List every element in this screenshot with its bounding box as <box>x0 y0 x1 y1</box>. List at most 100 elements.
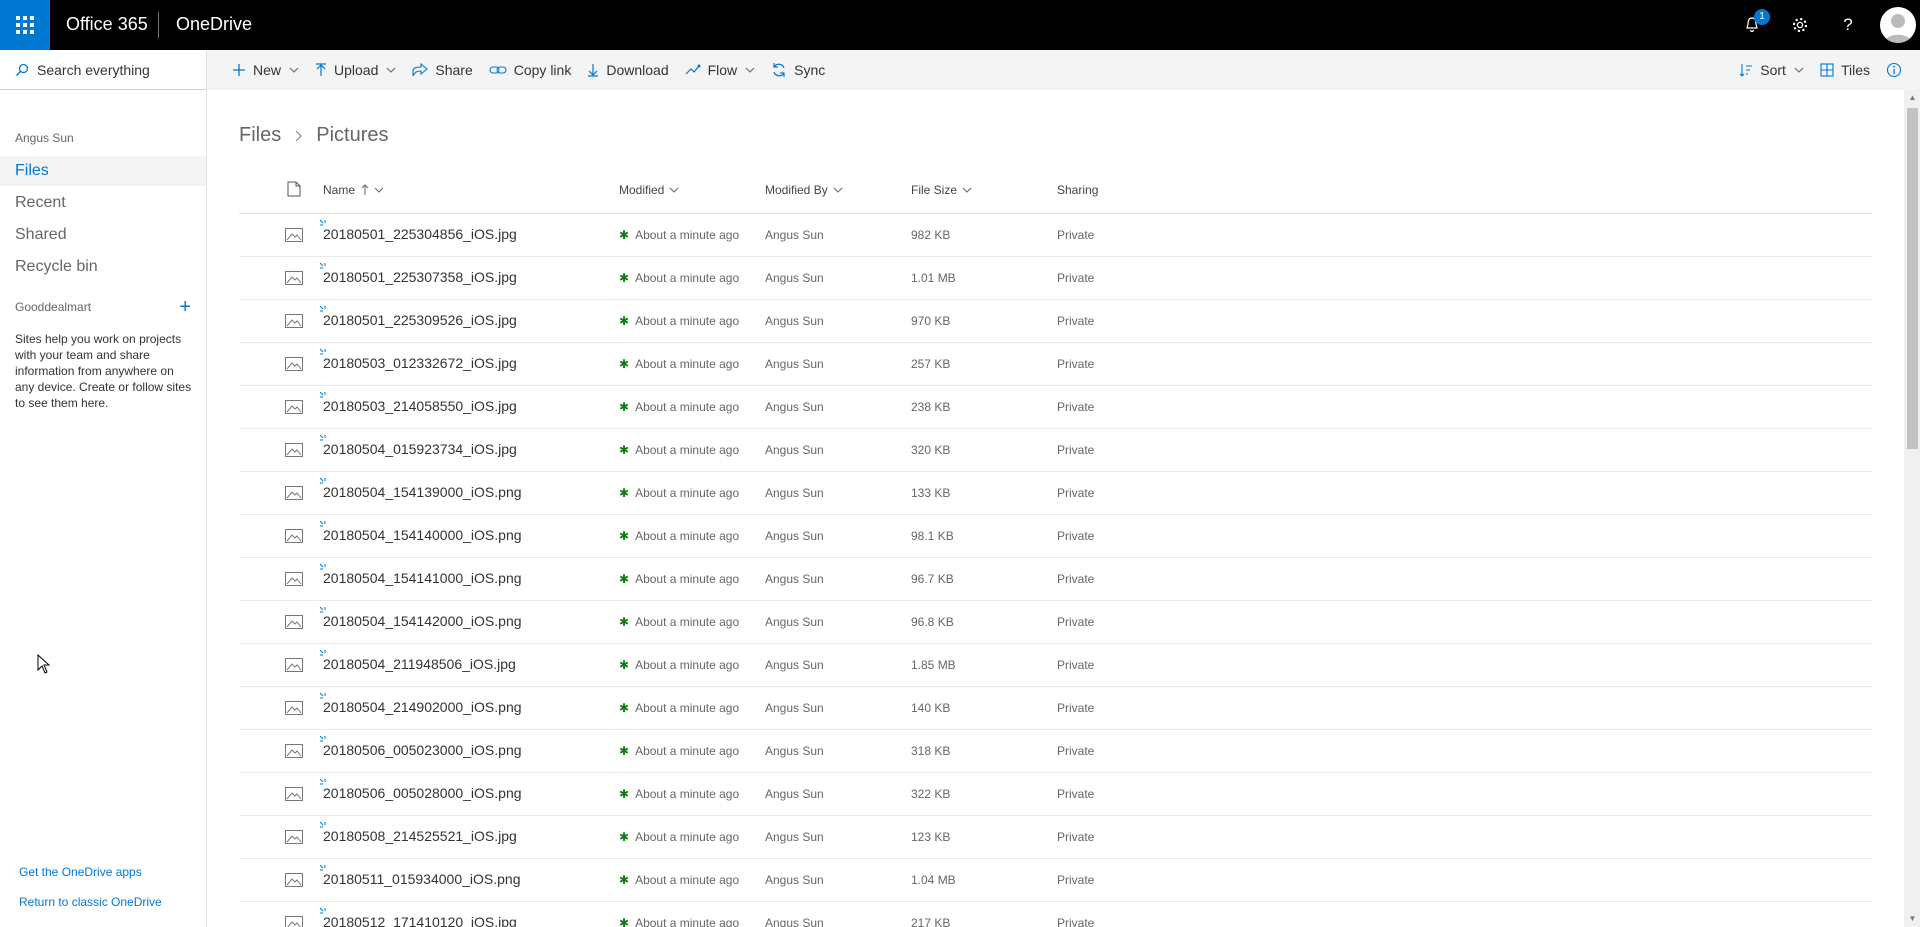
modified-by-cell[interactable]: Angus Sun <box>765 271 824 285</box>
sort-button[interactable]: Sort <box>1731 50 1812 90</box>
table-row[interactable]: 20180506_005023000_iOS.png ✱ About a minut… <box>239 730 1872 773</box>
modified-by-cell[interactable]: Angus Sun <box>765 830 824 844</box>
office365-brand[interactable]: Office 365 <box>66 14 148 35</box>
table-row[interactable]: 20180512_171410120_iOS.jpg ✱ About a minut… <box>239 902 1872 927</box>
table-row[interactable]: 20180504_154140000_iOS.png ✱ About a minut… <box>239 515 1872 558</box>
table-row[interactable]: 20180504_214902000_iOS.png ✱ About a minut… <box>239 687 1872 730</box>
modified-by-cell[interactable]: Angus Sun <box>765 228 824 242</box>
breadcrumb-pictures[interactable]: Pictures <box>316 124 388 147</box>
column-header-sharing[interactable]: Sharing <box>1057 183 1098 197</box>
view-tiles-button[interactable]: Tiles <box>1812 50 1878 90</box>
add-site-plus-icon[interactable]: + <box>179 297 191 317</box>
modified-by-cell[interactable]: Angus Sun <box>765 701 824 715</box>
search-box[interactable]: Search everything <box>0 50 206 90</box>
modified-by-cell[interactable]: Angus Sun <box>765 443 824 457</box>
table-row[interactable]: 20180508_214525521_iOS.jpg ✱ About a minut… <box>239 816 1872 859</box>
sharing-cell[interactable]: Private <box>1057 572 1094 586</box>
table-row[interactable]: 20180504_015923734_iOS.jpg ✱ About a minut… <box>239 429 1872 472</box>
column-header-modified[interactable]: Modified <box>619 183 679 197</box>
sharing-cell[interactable]: Private <box>1057 486 1094 500</box>
sharing-cell[interactable]: Private <box>1057 228 1094 242</box>
sharing-cell[interactable]: Private <box>1057 357 1094 371</box>
file-name-link[interactable]: 20180508_214525521_iOS.jpg <box>323 828 517 844</box>
modified-by-cell[interactable]: Angus Sun <box>765 916 824 927</box>
file-name-link[interactable]: 20180504_211948506_iOS.jpg <box>323 656 516 672</box>
modified-by-cell[interactable]: Angus Sun <box>765 658 824 672</box>
search-input[interactable]: Search everything <box>37 62 150 78</box>
scrollbar-thumb[interactable] <box>1907 108 1918 449</box>
sharing-cell[interactable]: Private <box>1057 314 1094 328</box>
breadcrumb-files[interactable]: Files <box>239 124 281 147</box>
table-row[interactable]: 20180504_154139000_iOS.png ✱ About a minut… <box>239 472 1872 515</box>
download-button[interactable]: Download <box>579 50 676 90</box>
sharing-cell[interactable]: Private <box>1057 830 1094 844</box>
sharing-cell[interactable]: Private <box>1057 701 1094 715</box>
file-name-link[interactable]: 20180501_225304856_iOS.jpg <box>323 226 517 242</box>
file-name-link[interactable]: 20180511_015934000_iOS.png <box>323 871 520 887</box>
column-header-file-size[interactable]: File Size <box>911 183 972 197</box>
info-pane-button[interactable] <box>1878 50 1910 90</box>
file-name-link[interactable]: 20180506_005028000_iOS.png <box>323 785 522 801</box>
modified-by-cell[interactable]: Angus Sun <box>765 400 824 414</box>
file-name-link[interactable]: 20180503_012332672_iOS.jpg <box>323 355 517 371</box>
table-row[interactable]: 20180503_012332672_iOS.jpg ✱ About a minut… <box>239 343 1872 386</box>
file-name-link[interactable]: 20180501_225309526_iOS.jpg <box>323 312 517 328</box>
table-row[interactable]: 20180506_005028000_iOS.png ✱ About a minut… <box>239 773 1872 816</box>
file-name-link[interactable]: 20180506_005023000_iOS.png <box>323 742 522 758</box>
modified-by-cell[interactable]: Angus Sun <box>765 787 824 801</box>
sharing-cell[interactable]: Private <box>1057 271 1094 285</box>
sites-header-label[interactable]: Gooddealmart <box>15 300 91 314</box>
sharing-cell[interactable]: Private <box>1057 658 1094 672</box>
nav-item-files[interactable]: Files <box>0 156 206 186</box>
table-row[interactable]: 20180504_154141000_iOS.png ✱ About a minut… <box>239 558 1872 601</box>
file-name-link[interactable]: 20180504_154139000_iOS.png <box>323 484 522 500</box>
modified-by-cell[interactable]: Angus Sun <box>765 314 824 328</box>
nav-item-shared[interactable]: Shared <box>0 220 206 250</box>
file-name-link[interactable]: 20180503_214058550_iOS.jpg <box>323 398 517 414</box>
help-button[interactable]: ? <box>1832 9 1864 41</box>
scroll-down-arrow-icon[interactable]: ▼ <box>1907 914 1918 924</box>
get-onedrive-apps-link[interactable]: Get the OneDrive apps <box>19 865 142 879</box>
upload-button[interactable]: Upload <box>307 50 404 90</box>
modified-by-cell[interactable]: Angus Sun <box>765 486 824 500</box>
sharing-cell[interactable]: Private <box>1057 400 1094 414</box>
nav-item-recycle-bin[interactable]: Recycle bin <box>0 252 206 282</box>
sharing-cell[interactable]: Private <box>1057 916 1094 927</box>
file-name-link[interactable]: 20180504_154140000_iOS.png <box>323 527 522 543</box>
new-button[interactable]: New <box>224 50 307 90</box>
file-type-header-icon[interactable] <box>287 181 301 200</box>
modified-by-cell[interactable]: Angus Sun <box>765 572 824 586</box>
table-row[interactable]: 20180503_214058550_iOS.jpg ✱ About a minut… <box>239 386 1872 429</box>
file-name-link[interactable]: 20180501_225307358_iOS.jpg <box>323 269 517 285</box>
table-row[interactable]: 20180504_154142000_iOS.png ✱ About a minut… <box>239 601 1872 644</box>
file-name-link[interactable]: 20180512_171410120_iOS.jpg <box>323 914 517 927</box>
table-row[interactable]: 20180511_015934000_iOS.png ✱ About a minut… <box>239 859 1872 902</box>
modified-by-cell[interactable]: Angus Sun <box>765 357 824 371</box>
settings-button[interactable] <box>1784 9 1816 41</box>
table-row[interactable]: 20180501_225309526_iOS.jpg ✱ About a minut… <box>239 300 1872 343</box>
share-button[interactable]: Share <box>404 50 480 90</box>
sharing-cell[interactable]: Private <box>1057 787 1094 801</box>
sharing-cell[interactable]: Private <box>1057 529 1094 543</box>
table-row[interactable]: 20180501_225304856_iOS.jpg ✱ About a minut… <box>239 214 1872 257</box>
modified-by-cell[interactable]: Angus Sun <box>765 744 824 758</box>
file-name-link[interactable]: 20180504_154142000_iOS.png <box>323 613 522 629</box>
sharing-cell[interactable]: Private <box>1057 615 1094 629</box>
notifications-button[interactable]: 1 <box>1736 9 1770 41</box>
modified-by-cell[interactable]: Angus Sun <box>765 873 824 887</box>
file-name-link[interactable]: 20180504_154141000_iOS.png <box>323 570 522 586</box>
modified-by-cell[interactable]: Angus Sun <box>765 529 824 543</box>
return-to-classic-link[interactable]: Return to classic OneDrive <box>19 895 162 909</box>
file-name-link[interactable]: 20180504_015923734_iOS.jpg <box>323 441 517 457</box>
file-name-link[interactable]: 20180504_214902000_iOS.png <box>323 699 522 715</box>
app-launcher-waffle-icon[interactable] <box>0 0 50 50</box>
modified-by-cell[interactable]: Angus Sun <box>765 615 824 629</box>
sharing-cell[interactable]: Private <box>1057 744 1094 758</box>
user-avatar[interactable] <box>1880 7 1916 43</box>
column-header-name[interactable]: Name <box>323 183 384 197</box>
flow-button[interactable]: Flow <box>677 50 764 90</box>
sharing-cell[interactable]: Private <box>1057 873 1094 887</box>
sharing-cell[interactable]: Private <box>1057 443 1094 457</box>
table-row[interactable]: 20180501_225307358_iOS.jpg ✱ About a minut… <box>239 257 1872 300</box>
sync-button[interactable]: Sync <box>763 50 833 90</box>
